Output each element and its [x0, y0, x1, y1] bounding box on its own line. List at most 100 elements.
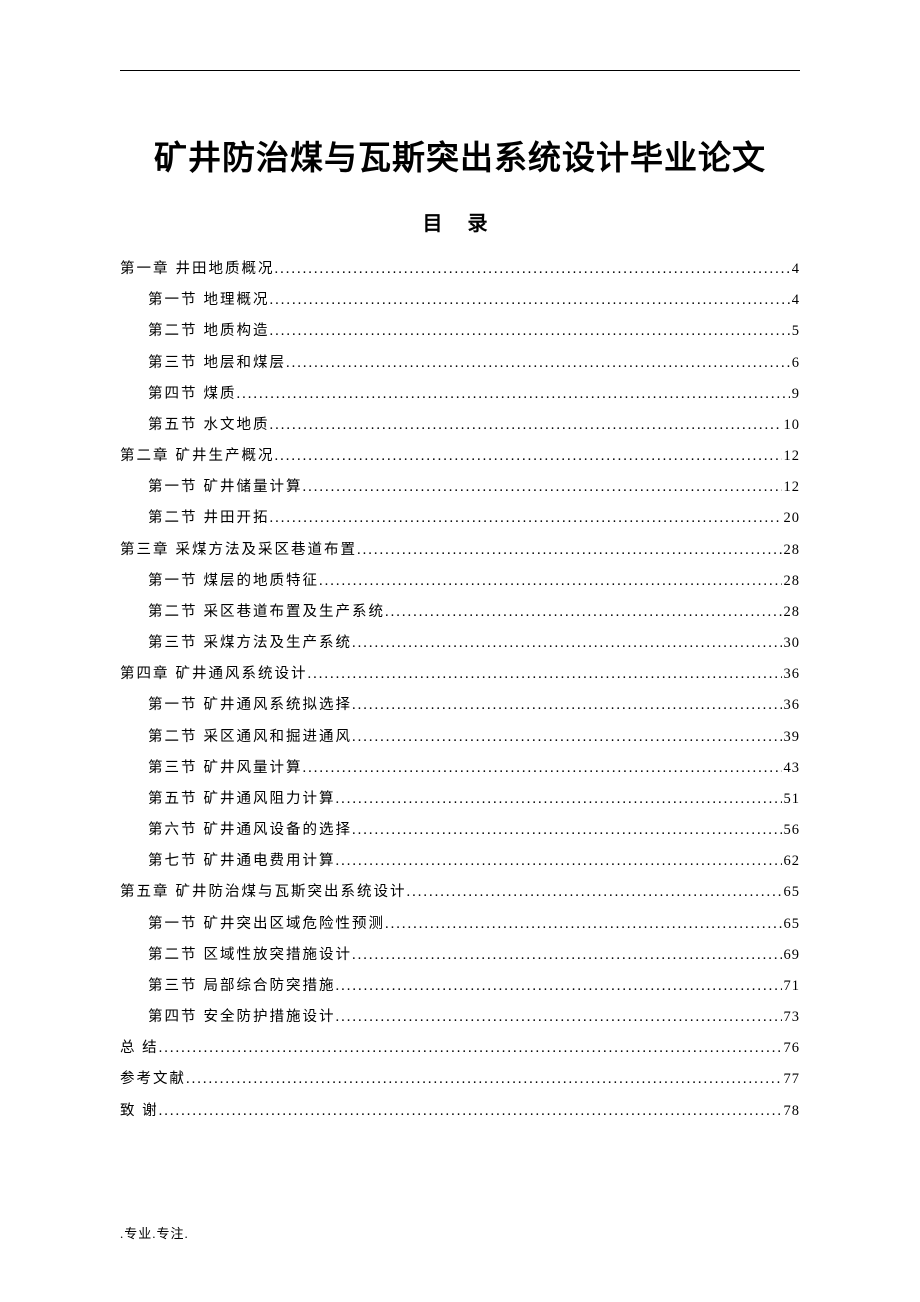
toc-entry-label: 第一章	[120, 254, 170, 285]
toc-leader-dots	[159, 1033, 782, 1064]
toc-entry-text: 矿井风量计算	[204, 753, 303, 784]
toc-entry[interactable]: 第六节矿井通风设备的选择56	[120, 815, 800, 846]
toc-leader-dots	[237, 379, 790, 410]
toc-entry-page: 43	[782, 753, 801, 784]
toc-entry-label: 第四章	[120, 659, 170, 690]
toc-entry[interactable]: 第三节局部综合防突措施71	[120, 971, 800, 1002]
toc-entry-label: 致 谢	[120, 1096, 159, 1127]
toc-entry[interactable]: 第一节矿井突出区域危险性预测65	[120, 909, 800, 940]
toc-entry[interactable]: 第五节矿井通风阻力计算 51	[120, 784, 800, 815]
toc-entry[interactable]: 第三章采煤方法及采区巷道布置28	[120, 535, 800, 566]
toc-entry-text: 矿井通风阻力计算	[204, 784, 336, 815]
toc-entry[interactable]: 第一节地理概况4	[120, 285, 800, 316]
toc-entry-page: 62	[782, 846, 801, 877]
toc-leader-dots	[270, 503, 782, 534]
toc-entry-label: 第一节	[148, 472, 198, 503]
toc-entry-text: 矿井储量计算	[204, 472, 303, 503]
toc-entry-text: 矿井生产概况	[176, 441, 275, 472]
toc-entry-page: 28	[782, 597, 801, 628]
toc-entry[interactable]: 第七节矿井通电费用计算 62	[120, 846, 800, 877]
toc-entry-label: 第三节	[148, 753, 198, 784]
toc-entry-page: 28	[782, 566, 801, 597]
toc-entry[interactable]: 第二节区域性放突措施设计69	[120, 940, 800, 971]
toc-entry-text: 地层和煤层	[204, 348, 287, 379]
toc-entry-label: 第五章	[120, 877, 170, 908]
toc-entry-page: 20	[782, 503, 801, 534]
toc-entry-page: 12	[782, 441, 801, 472]
toc-entry-label: 第五节	[148, 410, 198, 441]
toc-entry-label: 第三章	[120, 535, 170, 566]
toc-entry[interactable]: 第二节采区巷道布置及生产系统 28	[120, 597, 800, 628]
toc-entry-page: 30	[782, 628, 801, 659]
toc-entry[interactable]: 第二节采区通风和掘进通风39	[120, 722, 800, 753]
toc-entry-text: 矿井通电费用计算	[204, 846, 336, 877]
toc-entry-label: 第一节	[148, 690, 198, 721]
toc-entry-page: 10	[782, 410, 801, 441]
toc-leader-dots	[336, 846, 782, 877]
toc-leader-dots	[275, 441, 782, 472]
toc-entry-label: 第五节	[148, 784, 198, 815]
toc-entry-page: 51	[782, 784, 801, 815]
toc-entry-text: 区域性放突措施设计	[204, 940, 353, 971]
document-title: 矿井防治煤与瓦斯突出系统设计毕业论文	[120, 131, 800, 179]
toc-entry-label: 第七节	[148, 846, 198, 877]
toc-entry[interactable]: 第二节井田开拓20	[120, 503, 800, 534]
toc-entry-page: 28	[782, 535, 801, 566]
toc-entry[interactable]: 第三节矿井风量计算 43	[120, 753, 800, 784]
toc-entry[interactable]: 第一节矿井储量计算12	[120, 472, 800, 503]
toc-leader-dots	[275, 254, 790, 285]
toc-entry-page: 65	[782, 909, 801, 940]
toc-entry-text: 安全防护措施设计	[204, 1002, 336, 1033]
toc-entry[interactable]: 第五节水文地质 10	[120, 410, 800, 441]
toc-entry-text: 矿井突出区域危险性预测	[204, 909, 386, 940]
toc-entry-text: 矿井通风系统拟选择	[204, 690, 353, 721]
toc-entry-text: 采区巷道布置及生产系统	[204, 597, 386, 628]
toc-entry-label: 第二章	[120, 441, 170, 472]
toc-entry-page: 9	[790, 379, 800, 410]
toc-entry-text: 井田地质概况	[176, 254, 275, 285]
toc-entry[interactable]: 第二节地质构造5	[120, 316, 800, 347]
toc-entry-text: 矿井通风设备的选择	[204, 815, 353, 846]
toc-entry-page: 73	[782, 1002, 801, 1033]
toc-entry[interactable]: 第四节煤质9	[120, 379, 800, 410]
toc-entry[interactable]: 第四节安全防护措施设计73	[120, 1002, 800, 1033]
toc-leader-dots	[352, 690, 782, 721]
toc-entry[interactable]: 第一节煤层的地质特征 28	[120, 566, 800, 597]
toc-entry-text: 采煤方法及生产系统	[204, 628, 353, 659]
toc-heading: 目 录	[120, 207, 800, 236]
toc-entry-page: 39	[782, 722, 801, 753]
toc-entry-text: 水文地质	[204, 410, 270, 441]
toc-entry[interactable]: 第三节采煤方法及生产系统 30	[120, 628, 800, 659]
toc-leader-dots	[270, 316, 790, 347]
toc-entry-text: 煤层的地质特征	[204, 566, 320, 597]
toc-leader-dots	[352, 940, 782, 971]
toc-entry[interactable]: 第三节地层和煤层 6	[120, 348, 800, 379]
toc-entry-label: 第三节	[148, 971, 198, 1002]
toc-entry[interactable]: 第四章矿井通风系统设计36	[120, 659, 800, 690]
toc-entry-page: 65	[782, 877, 801, 908]
footer-text: .专业.专注.	[120, 1223, 189, 1242]
toc-entry-label: 第一节	[148, 285, 198, 316]
toc-entry[interactable]: 总 结76	[120, 1033, 800, 1064]
toc-entry-label: 第三节	[148, 348, 198, 379]
toc-entry[interactable]: 参考文献77	[120, 1064, 800, 1095]
toc-entry-page: 6	[790, 348, 800, 379]
toc-entry-label: 第三节	[148, 628, 198, 659]
toc-entry[interactable]: 第一章井田地质概况4	[120, 254, 800, 285]
toc-entry-page: 5	[790, 316, 800, 347]
toc-entry-label: 第二节	[148, 316, 198, 347]
toc-leader-dots	[385, 909, 782, 940]
toc-entry-page: 76	[782, 1033, 801, 1064]
toc-entry[interactable]: 第一节矿井通风系统拟选择36	[120, 690, 800, 721]
toc-entry-label: 第二节	[148, 597, 198, 628]
toc-entry[interactable]: 第二章矿井生产概况 12	[120, 441, 800, 472]
toc-entry-text: 煤质	[204, 379, 237, 410]
toc-leader-dots	[407, 877, 782, 908]
toc-entry-label: 第一节	[148, 566, 198, 597]
toc-entry[interactable]: 第五章矿井防治煤与瓦斯突出系统设计65	[120, 877, 800, 908]
toc-entry-label: 第二节	[148, 503, 198, 534]
toc-leader-dots	[308, 659, 782, 690]
toc-entry-text: 地理概况	[204, 285, 270, 316]
toc-entry[interactable]: 致 谢78	[120, 1096, 800, 1127]
toc-entry-text: 矿井通风系统设计	[176, 659, 308, 690]
